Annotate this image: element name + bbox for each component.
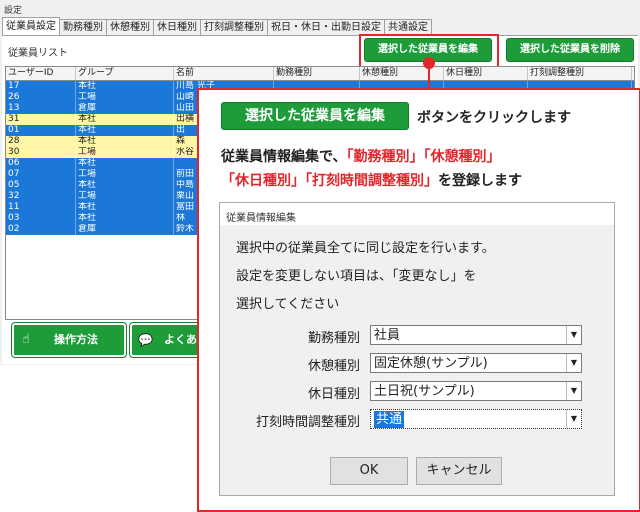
cell-user-id: 31 [6, 114, 76, 125]
holiday-type-label: 休日種別 [307, 387, 360, 402]
callout-line1-text: ボタンをクリックします [417, 110, 571, 126]
callout-line2: 従業員情報編集で、「勤務種別」「休憩種別」 [221, 146, 500, 166]
stamp-adjust-type-value: 共通 [374, 411, 405, 428]
cell-group: 倉庫 [76, 103, 174, 114]
tab-bar: 従業員設定 勤務種別 休憩種別 休日種別 打刻調整種別 祝日・休日・出勤日設定 … [2, 17, 432, 36]
cell-user-id: 02 [6, 224, 76, 235]
cell-group: 工場 [76, 147, 174, 158]
cell-user-id: 03 [6, 213, 76, 224]
tab-stamp-adjust-type[interactable]: 打刻調整種別 [200, 19, 268, 36]
cell-user-id: 32 [6, 191, 76, 202]
ok-button[interactable]: OK [330, 457, 408, 485]
dialog-description-3: 選択してください [236, 297, 340, 312]
cell-group: 本社 [76, 180, 174, 191]
break-type-select[interactable]: 固定休憩(サンプル) ▼ [370, 353, 582, 373]
cell-group: 工場 [76, 92, 174, 103]
dialog-title: 従業員情報編集 [226, 213, 296, 224]
cell-user-id: 13 [6, 103, 76, 114]
work-type-label: 勤務種別 [307, 331, 360, 346]
delete-selected-employee-button[interactable]: 選択した従業員を削除 [506, 38, 634, 62]
holiday-type-value: 土日祝(サンプル) [374, 384, 475, 399]
break-type-value: 固定休憩(サンプル) [374, 356, 488, 371]
cell-user-id: 01 [6, 125, 76, 136]
howto-button-label: 操作方法 [54, 333, 98, 346]
table-header: ユーザーID グループ 名前 勤務種別 休憩種別 休日種別 打刻調整種別 [6, 67, 634, 81]
callout-line3: 「休日種別」「打刻時間調整種別」を登録します [221, 170, 522, 190]
cell-user-id: 11 [6, 202, 76, 213]
column-header-name[interactable]: 名前 [174, 67, 274, 80]
callout-line3-suffix: を登録します [438, 173, 522, 189]
callout-pointer-line [428, 66, 430, 90]
cell-group: 本社 [76, 136, 174, 147]
cell-group: 工場 [76, 191, 174, 202]
cancel-button[interactable]: キャンセル [416, 457, 502, 485]
callout-term-stamp-adjust-type: 「打刻時間調整種別」 [305, 173, 438, 189]
callout-term-holiday-type: 「休日種別」 [221, 173, 305, 189]
column-header-group[interactable]: グループ [76, 67, 174, 80]
chat-bubble-icon: 💬 [138, 333, 153, 347]
cell-group: 本社 [76, 81, 174, 92]
cell-user-id: 26 [6, 92, 76, 103]
cell-group: 本社 [76, 114, 174, 125]
dialog-description-1: 選択中の従業員全てに同じ設定を行います。 [236, 241, 495, 256]
dialog-body: 選択中の従業員全てに同じ設定を行います。 設定を変更しない項目は、「変更なし」を… [220, 225, 614, 495]
work-type-select[interactable]: 社員 ▼ [370, 325, 582, 345]
stamp-adjust-type-select[interactable]: 共通 ▼ [370, 409, 582, 429]
chevron-down-icon[interactable]: ▼ [566, 382, 581, 400]
chevron-down-icon[interactable]: ▼ [566, 410, 581, 428]
holiday-type-select[interactable]: 土日祝(サンプル) ▼ [370, 381, 582, 401]
column-header-break-type[interactable]: 休憩種別 [360, 67, 444, 80]
cell-user-id: 28 [6, 136, 76, 147]
column-header-holiday-type[interactable]: 休日種別 [444, 67, 528, 80]
cell-user-id: 17 [6, 81, 76, 92]
cell-group: 本社 [76, 213, 174, 224]
faq-button-label: よくあ [164, 333, 197, 346]
cell-user-id: 05 [6, 180, 76, 191]
tab-employee-settings[interactable]: 従業員設定 [2, 17, 60, 36]
callout-term-work-type: 「勤務種別」 [346, 149, 424, 165]
tab-break-type[interactable]: 休憩種別 [106, 19, 154, 36]
callout-box: 選択した従業員を編集 ボタンをクリックします 従業員情報編集で、「勤務種別」「休… [197, 88, 640, 512]
cell-group: 本社 [76, 202, 174, 213]
callout-term-break-type: 「休憩種別」 [423, 149, 501, 165]
column-header-stamp-adjust-type[interactable]: 打刻調整種別 [528, 67, 632, 80]
window-title: 設定 [4, 6, 23, 16]
dialog-description-2: 設定を変更しない項目は、「変更なし」を [236, 269, 477, 284]
cell-user-id: 07 [6, 169, 76, 180]
cell-user-id: 30 [6, 147, 76, 158]
cell-group: 倉庫 [76, 224, 174, 235]
stamp-adjust-type-label: 打刻時間調整種別 [255, 415, 360, 430]
employee-list-label: 従業員リスト [8, 48, 68, 59]
employee-edit-dialog: 従業員情報編集 選択中の従業員全てに同じ設定を行います。 設定を変更しない項目は… [219, 202, 615, 496]
tab-holiday-type[interactable]: 休日種別 [153, 19, 201, 36]
cell-group: 本社 [76, 125, 174, 136]
tab-work-type[interactable]: 勤務種別 [59, 19, 107, 36]
cell-group: 工場 [76, 169, 174, 180]
callout-line2-prefix: 従業員情報編集で、 [221, 149, 347, 165]
cell-group: 本社 [76, 158, 174, 169]
column-header-user-id[interactable]: ユーザーID [6, 67, 76, 80]
chevron-down-icon[interactable]: ▼ [566, 354, 581, 372]
break-type-label: 休憩種別 [307, 359, 360, 374]
work-type-value: 社員 [374, 328, 401, 343]
chevron-down-icon[interactable]: ▼ [566, 326, 581, 344]
cell-user-id: 06 [6, 158, 76, 169]
column-header-work-type[interactable]: 勤務種別 [274, 67, 360, 80]
callout-edit-button-illustration: 選択した従業員を編集 [221, 102, 409, 130]
hand-pointer-icon: ☝ [22, 332, 30, 347]
howto-button[interactable]: ☝ 操作方法 [11, 322, 127, 358]
